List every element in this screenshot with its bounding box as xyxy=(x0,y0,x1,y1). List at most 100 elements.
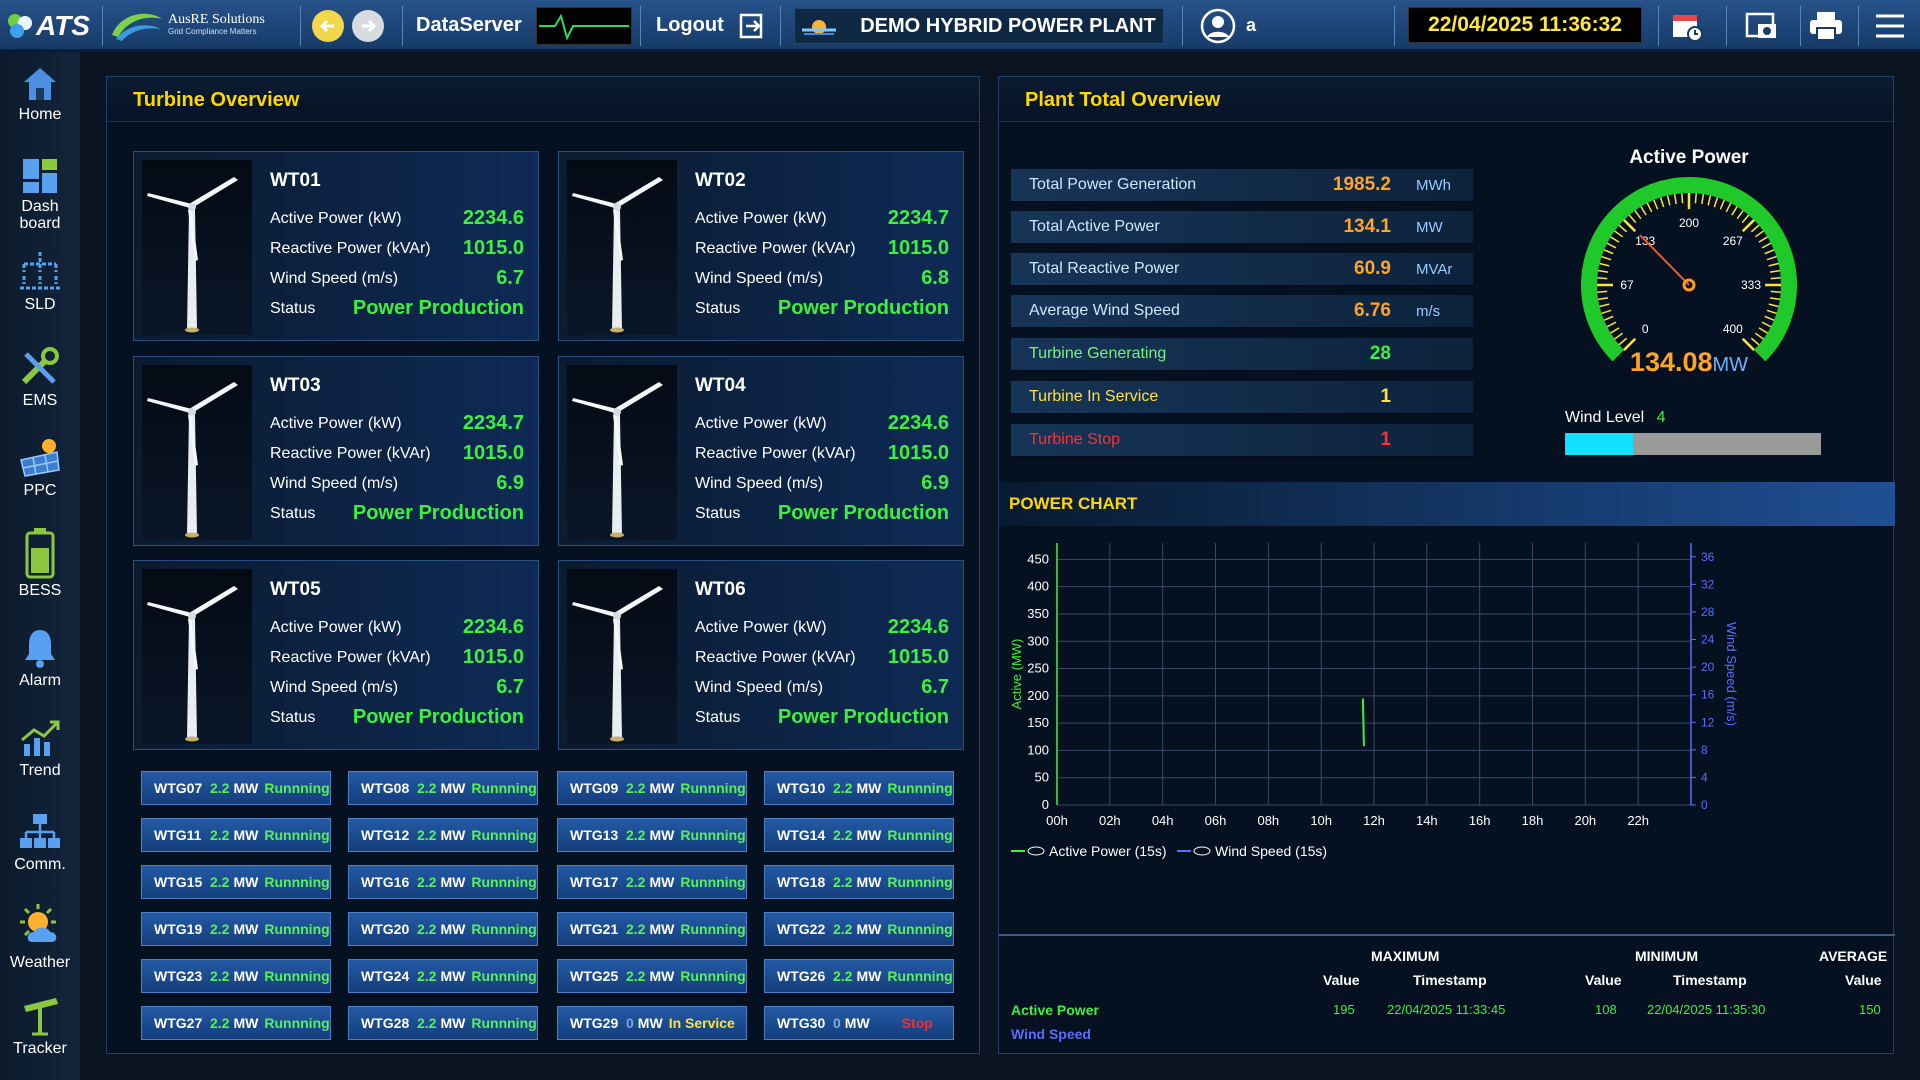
turbine-card-wt05[interactable]: WT05 Active Power (kW) 2234.6 Reactive Powe… xyxy=(133,560,539,750)
x-tick-label: 10h xyxy=(1310,813,1332,828)
turbine-card-wt03[interactable]: WT03 Active Power (kW) 2234.7 Reactive Powe… xyxy=(133,356,539,546)
wtg-button-wtg21[interactable]: WTG21 2.2 MW Runnning xyxy=(557,912,747,946)
wtg-button-wtg22[interactable]: WTG22 2.2 MW Runnning xyxy=(764,912,954,946)
gauge-tick xyxy=(1606,321,1617,328)
wtg-unit: MW xyxy=(440,827,466,843)
wtg-button-wtg08[interactable]: WTG08 2.2 MW Runnning xyxy=(348,771,538,805)
wtg-power: 2.2 xyxy=(210,1015,230,1031)
sidebar-item-weather[interactable]: Weather xyxy=(0,902,80,972)
wtg-button-wtg15[interactable]: WTG15 2.2 MW Runnning xyxy=(141,865,331,899)
menu-button[interactable] xyxy=(1874,0,1906,51)
turbine-card-wt04[interactable]: WT04 Active Power (kW) 2234.6 Reactive Powe… xyxy=(558,356,964,546)
wtg-button-wtg23[interactable]: WTG23 2.2 MW Runnning xyxy=(141,959,331,993)
wtg-button-wtg13[interactable]: WTG13 2.2 MW Runnning xyxy=(557,818,747,852)
wtg-button-wtg07[interactable]: WTG07 2.2 MW Runnning xyxy=(141,771,331,805)
sidebar-item-dashboard[interactable]: Dash board xyxy=(0,156,80,232)
wtg-button-wtg19[interactable]: WTG19 2.2 MW Runnning xyxy=(141,912,331,946)
wtg-button-wtg28[interactable]: WTG28 2.2 MW Runnning xyxy=(348,1006,538,1040)
x-tick-label: 22h xyxy=(1627,813,1649,828)
wtg-status: Runnning xyxy=(887,780,953,796)
wtg-button-wtg29[interactable]: WTG29 0 MW In Service xyxy=(557,1006,747,1040)
wtg-button-wtg30[interactable]: WTG30 0 MW Stop xyxy=(764,1006,954,1040)
status-value: Power Production xyxy=(352,297,524,319)
gauge-tick xyxy=(1659,197,1665,208)
wtg-button-wtg11[interactable]: WTG11 2.2 MW Runnning xyxy=(141,818,331,852)
logout-button[interactable]: Logout xyxy=(656,0,766,51)
reactive-power-row: Reactive Power (kVAr) 1015.0 xyxy=(695,442,949,464)
wtg-power: 2.2 xyxy=(833,968,853,984)
status-row: Status Power Production xyxy=(695,502,949,524)
wtg-button-wtg24[interactable]: WTG24 2.2 MW Runnning xyxy=(348,959,538,993)
user-menu[interactable]: a xyxy=(1200,0,1256,51)
gauge-tick xyxy=(1601,255,1612,261)
turbine-card-wt02[interactable]: WT02 Active Power (kW) 2234.7 Reactive Powe… xyxy=(558,151,964,341)
status-row: Status Power Production xyxy=(270,706,524,728)
max-value-header: Value xyxy=(1323,972,1360,988)
wtg-button-wtg17[interactable]: WTG17 2.2 MW Runnning xyxy=(557,865,747,899)
gauge-tick xyxy=(1768,262,1779,267)
wtg-power: 2.2 xyxy=(626,921,646,937)
active-power-row: Active Power (kW) 2234.6 xyxy=(695,412,949,434)
calendar-button[interactable] xyxy=(1670,0,1704,51)
active-power-min: 108 xyxy=(1595,1002,1617,1017)
gauge-tick xyxy=(1750,224,1760,233)
wtg-button-wtg26[interactable]: WTG26 2.2 MW Runnning xyxy=(764,959,954,993)
gauge-tick-label: 67 xyxy=(1620,278,1634,292)
wtg-name: WTG26 xyxy=(777,968,826,984)
sidebar-item-sld[interactable]: SLD xyxy=(0,250,80,314)
wtg-button-wtg18[interactable]: WTG18 2.2 MW Runnning xyxy=(764,865,954,899)
sidebar-item-label: Dash board xyxy=(19,198,61,232)
wind-level: Wind Level 4 xyxy=(1565,409,1825,455)
turbine-name: WT02 xyxy=(695,170,746,191)
wtg-button-wtg27[interactable]: WTG27 2.2 MW Runnning xyxy=(141,1006,331,1040)
y2-axis-label: Wind Speed (m/s) xyxy=(1724,622,1739,726)
sidebar-item-tracker[interactable]: Tracker xyxy=(0,992,80,1058)
y2-tick-label: 28 xyxy=(1701,605,1715,619)
wtg-button-wtg10[interactable]: WTG10 2.2 MW Runnning xyxy=(764,771,954,805)
datetime: 22/04/2025 11:36:32 xyxy=(1428,13,1622,36)
gauge-tick xyxy=(1769,269,1780,273)
turbine-card-wt01[interactable]: WT01 Active Power (kW) 2234.6 Reactive Powe… xyxy=(133,151,539,341)
sidebar-item-bess[interactable]: BESS xyxy=(0,526,80,600)
reactive-power-value: 1015.0 xyxy=(887,442,949,464)
sidebar-item-alarm[interactable]: Alarm xyxy=(0,626,80,690)
wtg-unit: MW xyxy=(856,921,882,937)
dataserver-label[interactable]: DataServer xyxy=(416,14,522,37)
y-tick-label: 50 xyxy=(1035,770,1049,785)
reactive-power-row: Reactive Power (kVAr) 1015.0 xyxy=(695,646,949,668)
wtg-button-wtg20[interactable]: WTG20 2.2 MW Runnning xyxy=(348,912,538,946)
eye-icon[interactable] xyxy=(1027,846,1045,856)
gauge-tick xyxy=(1614,230,1624,238)
sidebar-item-trend[interactable]: Trend xyxy=(0,716,80,780)
wtg-button-wtg14[interactable]: WTG14 2.2 MW Runnning xyxy=(764,818,954,852)
screenshot-button[interactable] xyxy=(1744,0,1780,51)
sidebar-item-comm[interactable]: Comm. xyxy=(0,810,80,874)
wind-turbine-icon xyxy=(142,365,252,540)
print-button[interactable] xyxy=(1808,0,1844,51)
gauge-tick xyxy=(1598,269,1609,273)
wtg-name: WTG11 xyxy=(154,827,202,843)
sidebar-item-ppc[interactable]: PPC xyxy=(0,436,80,500)
trend-icon xyxy=(21,720,60,756)
wtg-button-wtg12[interactable]: WTG12 2.2 MW Runnning xyxy=(348,818,538,852)
eye-icon[interactable] xyxy=(1193,846,1211,856)
screenshot-icon xyxy=(1745,12,1776,38)
wtg-power: 2.2 xyxy=(417,780,437,796)
min-value-header: Value xyxy=(1585,972,1622,988)
sidebar-item-home[interactable]: Home xyxy=(0,64,80,124)
wind-speed-row: Wind Speed (m/s) 6.7 xyxy=(270,676,524,698)
wtg-power: 2.2 xyxy=(210,780,230,796)
weather-icon xyxy=(20,904,57,942)
wtg-status: Runnning xyxy=(680,968,746,984)
back-button[interactable] xyxy=(312,9,344,42)
gauge-tick xyxy=(1770,290,1781,293)
wtg-power: 2.2 xyxy=(417,827,437,843)
turbine-card-wt06[interactable]: WT06 Active Power (kW) 2234.6 Reactive Powe… xyxy=(558,560,964,750)
forward-button[interactable] xyxy=(352,9,384,42)
wtg-button-wtg25[interactable]: WTG25 2.2 MW Runnning xyxy=(557,959,747,993)
sidebar-item-ems[interactable]: EMS xyxy=(0,346,80,410)
gauge-tick xyxy=(1628,214,1637,224)
wtg-button-wtg16[interactable]: WTG16 2.2 MW Runnning xyxy=(348,865,538,899)
wind-turbine-icon xyxy=(567,160,677,335)
wtg-button-wtg09[interactable]: WTG09 2.2 MW Runnning xyxy=(557,771,747,805)
